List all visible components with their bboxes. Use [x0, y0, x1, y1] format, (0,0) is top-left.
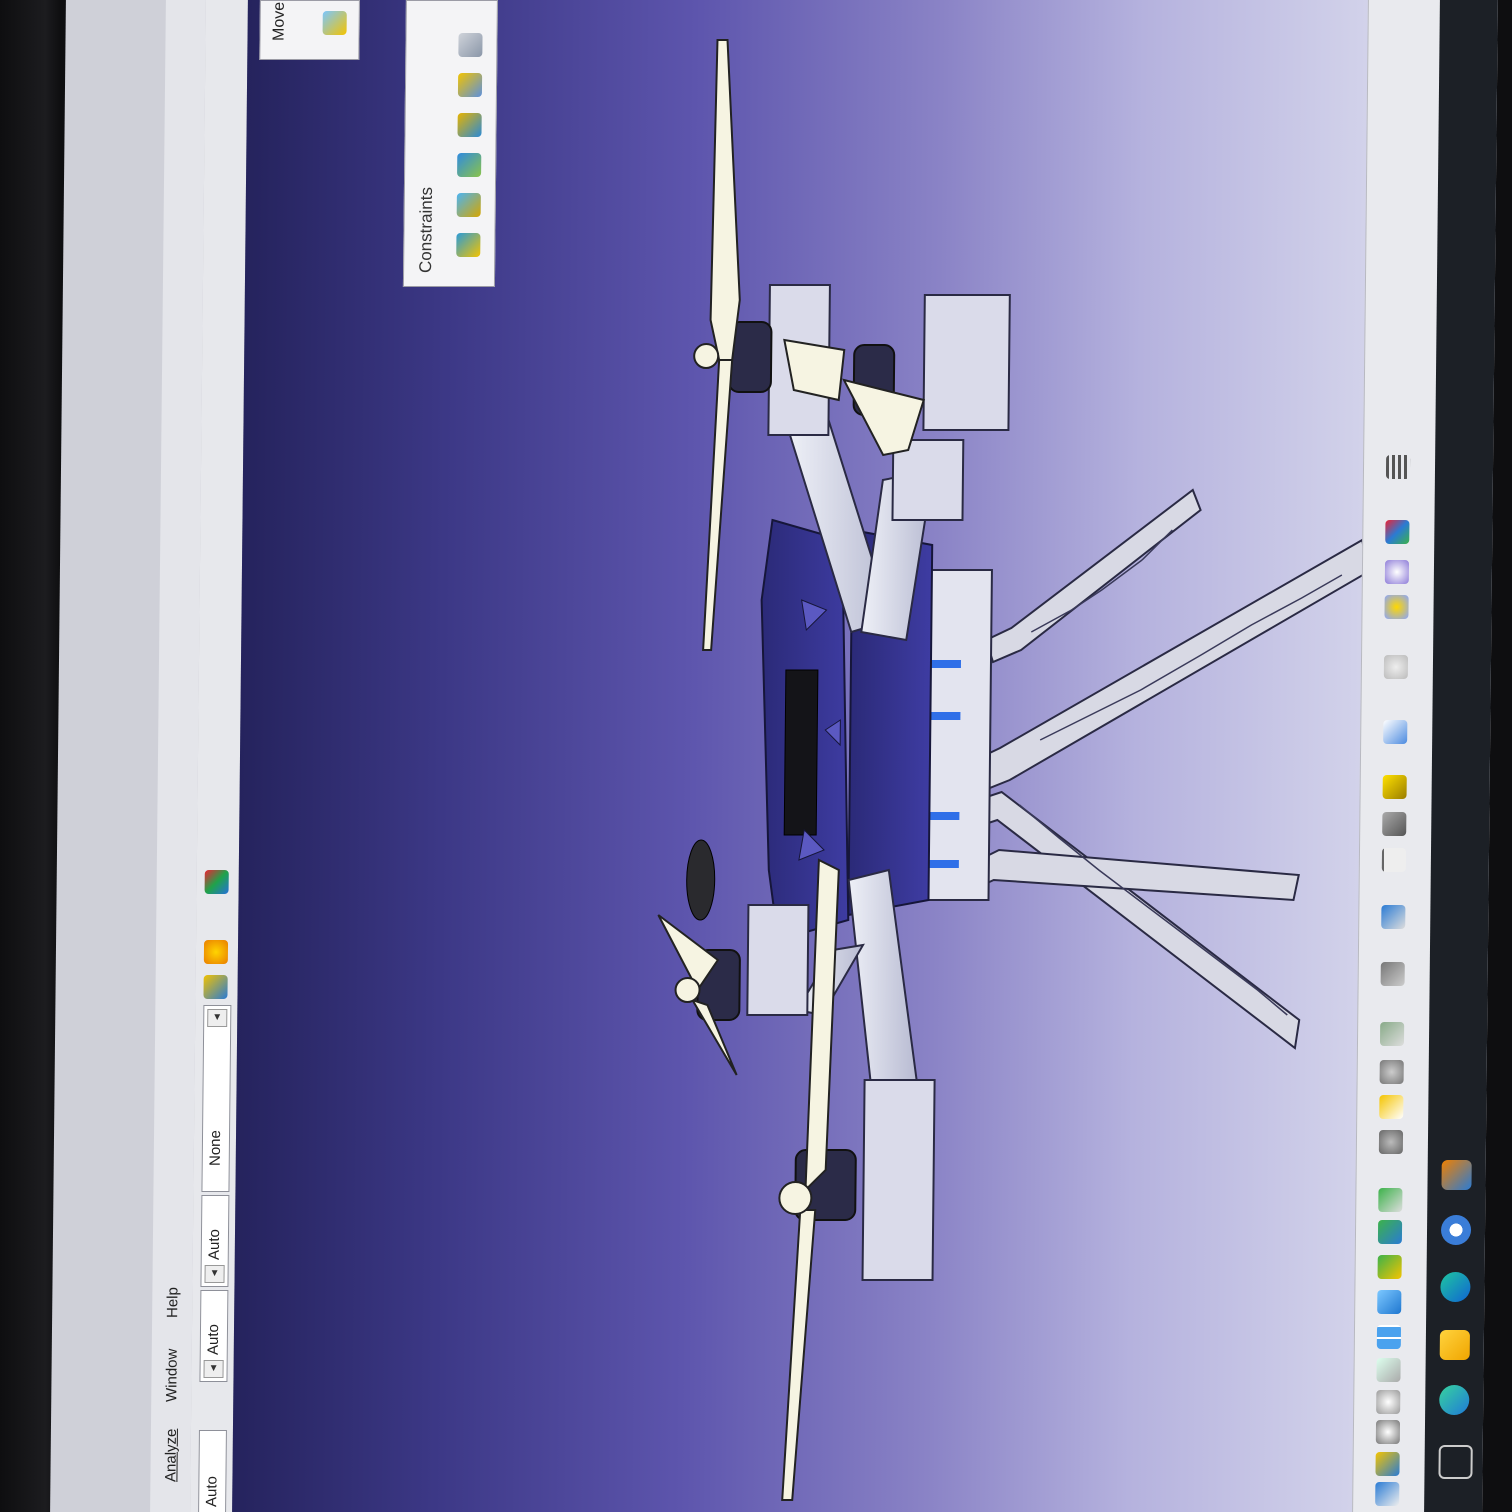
- zoom-in-icon[interactable]: [1375, 1420, 1401, 1444]
- sphere-icon[interactable]: [1384, 560, 1410, 584]
- chevron-down-icon[interactable]: ▼: [203, 1360, 224, 1378]
- material-icon[interactable]: [204, 870, 229, 894]
- snap-icon[interactable]: [1378, 1188, 1403, 1212]
- pan-icon[interactable]: [1375, 1482, 1400, 1506]
- flight-controller: [783, 669, 819, 836]
- task-view-icon[interactable]: [1438, 1445, 1473, 1479]
- combo-color[interactable]: Auto: [198, 1430, 227, 1512]
- app-icon[interactable]: [1441, 1160, 1472, 1190]
- normal-view-icon[interactable]: [1377, 1255, 1402, 1279]
- measure-item-icon[interactable]: [1381, 905, 1406, 929]
- multi-view-icon[interactable]: [1376, 1325, 1402, 1349]
- view-icon[interactable]: [1377, 1220, 1403, 1244]
- measure-icon[interactable]: [1381, 848, 1407, 872]
- chrome-icon[interactable]: [1440, 1215, 1472, 1245]
- paint-icon[interactable]: [203, 975, 228, 999]
- combo-linetype[interactable]: Auto ▼: [200, 1195, 230, 1287]
- combo-transparency[interactable]: Auto ▼: [199, 1290, 229, 1382]
- star-icon[interactable]: [1384, 595, 1409, 619]
- quadcopter-model[interactable]: [232, 0, 1368, 1512]
- isometric-icon[interactable]: [1377, 1290, 1402, 1314]
- edge-icon[interactable]: [1440, 1272, 1471, 1302]
- combo-layer[interactable]: None ▼: [201, 1005, 232, 1192]
- multi-color-icon[interactable]: [1385, 520, 1410, 544]
- files-icon[interactable]: [1439, 1330, 1470, 1360]
- camera-mount: [686, 839, 716, 921]
- menu-analyze[interactable]: Analyze: [162, 1429, 180, 1482]
- menu-window[interactable]: Window: [163, 1349, 181, 1402]
- zoom-icon[interactable]: [1376, 1390, 1401, 1414]
- 3d-viewport[interactable]: Move Constraints: [232, 0, 1368, 1512]
- chevron-down-icon[interactable]: ▼: [207, 1009, 228, 1027]
- clash-icon[interactable]: [1379, 1095, 1404, 1119]
- rotate-icon[interactable]: [1375, 1452, 1400, 1476]
- cube-icon[interactable]: [1383, 720, 1408, 744]
- menu-help[interactable]: Help: [164, 1287, 181, 1318]
- photo-frame: Analyze Window Help Auto Auto ▼ Auto ▼ N…: [0, 0, 1512, 1512]
- grid-icon[interactable]: [1385, 455, 1411, 479]
- gear-icon[interactable]: [1379, 1060, 1404, 1084]
- cylinder-icon[interactable]: [1382, 775, 1407, 799]
- gears-icon[interactable]: [1378, 1130, 1404, 1154]
- stamp-icon[interactable]: [1382, 812, 1407, 836]
- chevron-down-icon[interactable]: ▼: [204, 1265, 225, 1283]
- edge-beta-icon[interactable]: [1439, 1385, 1470, 1415]
- camera-icon[interactable]: [1380, 962, 1405, 986]
- refresh-icon[interactable]: [1383, 655, 1409, 679]
- monitor-screen: Analyze Window Help Auto Auto ▼ Auto ▼ N…: [50, 0, 1498, 1512]
- plane-icon[interactable]: [1376, 1358, 1401, 1382]
- landing-gear: [973, 488, 1368, 1050]
- explode-icon[interactable]: [1379, 1022, 1405, 1046]
- color-icon[interactable]: [203, 940, 229, 964]
